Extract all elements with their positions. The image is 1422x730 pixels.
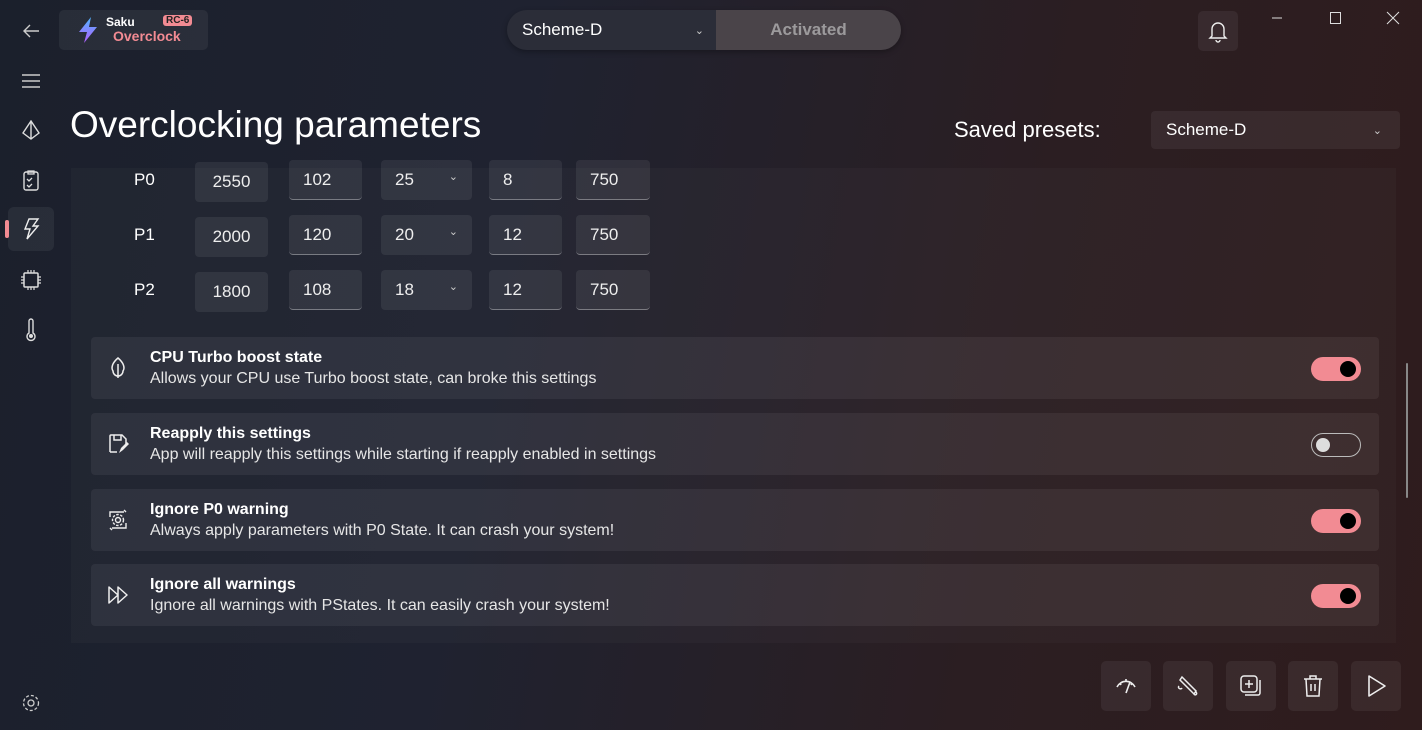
- app-name-top: Saku: [106, 15, 135, 29]
- scrollbar[interactable]: [1406, 363, 1408, 498]
- setting-toggle[interactable]: [1311, 584, 1361, 608]
- pstate-did-value: 20: [395, 225, 414, 244]
- hamburger-icon: [22, 74, 40, 88]
- version-badge: RC-6: [163, 15, 193, 26]
- nav-item-cpu[interactable]: [8, 258, 54, 302]
- pen-sparkle-icon: [1177, 675, 1198, 696]
- saved-presets-label: Saved presets:: [954, 117, 1101, 142]
- speedometer-icon: [1116, 679, 1136, 694]
- nav-item-temperature[interactable]: [8, 308, 54, 352]
- pstate-label: P2: [134, 280, 155, 299]
- speed-preset-button[interactable]: [1101, 661, 1151, 711]
- minimize-icon: [1272, 17, 1282, 19]
- chevron-down-icon: ⌄: [448, 281, 458, 293]
- pstate-freq-input[interactable]: 1800: [195, 272, 268, 312]
- preset-switcher: Scheme-D ⌄ Activated: [507, 10, 901, 50]
- play-icon: [1368, 675, 1386, 697]
- maximize-button[interactable]: [1320, 8, 1350, 28]
- trash-icon: [1304, 675, 1322, 697]
- minimize-button[interactable]: [1262, 8, 1292, 28]
- preset-select[interactable]: Scheme-D ⌄: [507, 10, 716, 50]
- bell-icon: [1208, 22, 1228, 43]
- chevron-down-icon: ⌄: [448, 226, 458, 238]
- fast-forward-icon: [108, 586, 128, 604]
- setting-description: App will reapply this settings while sta…: [150, 446, 657, 463]
- preset-select-value: Scheme-D: [522, 20, 603, 39]
- add-preset-button[interactable]: [1226, 661, 1276, 711]
- saved-presets-value: Scheme-D: [1166, 120, 1247, 139]
- setting-toggle[interactable]: [1311, 357, 1361, 381]
- pyramid-icon: [22, 120, 40, 140]
- setting-toggle[interactable]: [1311, 509, 1361, 533]
- nav-item-home[interactable]: [8, 108, 54, 152]
- lightning-icon: [23, 218, 40, 240]
- pstate-did-select[interactable]: 20 ⌄: [381, 215, 472, 255]
- close-button[interactable]: [1378, 8, 1408, 28]
- nav-item-info[interactable]: [8, 158, 54, 202]
- close-icon: [1386, 11, 1400, 25]
- saved-presets-select[interactable]: Scheme-D ⌄: [1151, 111, 1400, 149]
- pstate-fid-input[interactable]: 108: [289, 270, 362, 310]
- maximize-icon: [1330, 12, 1341, 24]
- app-name-bottom: Overclock: [113, 28, 181, 44]
- delete-button[interactable]: [1288, 661, 1338, 711]
- nav-item-overclock[interactable]: [5, 207, 54, 251]
- chevron-down-icon: ⌄: [448, 171, 458, 183]
- leaf-icon: [111, 357, 125, 378]
- pstate-vid-input[interactable]: 8: [489, 160, 562, 200]
- setting-description: Allows your CPU use Turbo boost state, c…: [150, 370, 597, 387]
- save-edit-icon: [109, 434, 129, 453]
- pstate-vid-input[interactable]: 12: [489, 270, 562, 310]
- pstate-extra-input[interactable]: 750: [576, 270, 650, 310]
- thermometer-icon: [26, 318, 36, 342]
- setting-card: CPU Turbo boost state Allows your CPU us…: [91, 337, 1379, 399]
- setting-card: Ignore all warnings Ignore all warnings …: [91, 564, 1379, 626]
- chevron-down-icon: ⌄: [1372, 124, 1382, 137]
- pstate-fid-input[interactable]: 102: [289, 160, 362, 200]
- settings-button[interactable]: [8, 681, 54, 725]
- back-button[interactable]: [8, 9, 54, 53]
- setting-title: Ignore P0 warning: [150, 501, 289, 518]
- chip-icon: [21, 270, 41, 290]
- copy-add-icon: [1240, 675, 1261, 696]
- pstate-fid-input[interactable]: 120: [289, 215, 362, 255]
- menu-button[interactable]: [8, 59, 54, 103]
- pstate-label: P1: [134, 225, 155, 244]
- back-arrow-icon: [23, 24, 39, 38]
- activated-button[interactable]: Activated: [716, 10, 901, 50]
- chevron-down-icon: ⌄: [694, 24, 704, 37]
- pstate-vid-input[interactable]: 12: [489, 215, 562, 255]
- pstate-extra-input[interactable]: 750: [576, 215, 650, 255]
- setting-description: Always apply parameters with P0 State. I…: [150, 522, 615, 539]
- gear-sync-icon: [109, 509, 127, 531]
- pstate-did-value: 18: [395, 280, 414, 299]
- setting-title: Reapply this settings: [150, 425, 311, 442]
- notifications-button[interactable]: [1198, 11, 1238, 51]
- setting-title: Ignore all warnings: [150, 576, 296, 593]
- page-title: Overclocking parameters: [70, 104, 482, 145]
- app-logo: Saku Overclock RC-6: [59, 10, 208, 50]
- pstate-label: P0: [134, 170, 155, 189]
- setting-card: Ignore P0 warning Always apply parameter…: [91, 489, 1379, 551]
- setting-title: CPU Turbo boost state: [150, 349, 323, 366]
- edit-button[interactable]: [1163, 661, 1213, 711]
- setting-toggle[interactable]: [1311, 433, 1361, 457]
- clipboard-check-icon: [23, 170, 39, 191]
- pstate-did-value: 25: [395, 170, 414, 189]
- setting-card: Reapply this settings App will reapply t…: [91, 413, 1379, 475]
- pstate-extra-input[interactable]: 750: [576, 160, 650, 200]
- setting-description: Ignore all warnings with PStates. It can…: [150, 597, 610, 614]
- pstate-did-select[interactable]: 18 ⌄: [381, 270, 472, 310]
- pstate-freq-input[interactable]: 2000: [195, 217, 268, 257]
- pstate-freq-input[interactable]: 2550: [195, 162, 268, 202]
- lightning-logo-icon: [79, 17, 97, 43]
- pstate-did-select[interactable]: 25 ⌄: [381, 160, 472, 200]
- apply-button[interactable]: [1351, 661, 1401, 711]
- gear-icon: [22, 694, 40, 712]
